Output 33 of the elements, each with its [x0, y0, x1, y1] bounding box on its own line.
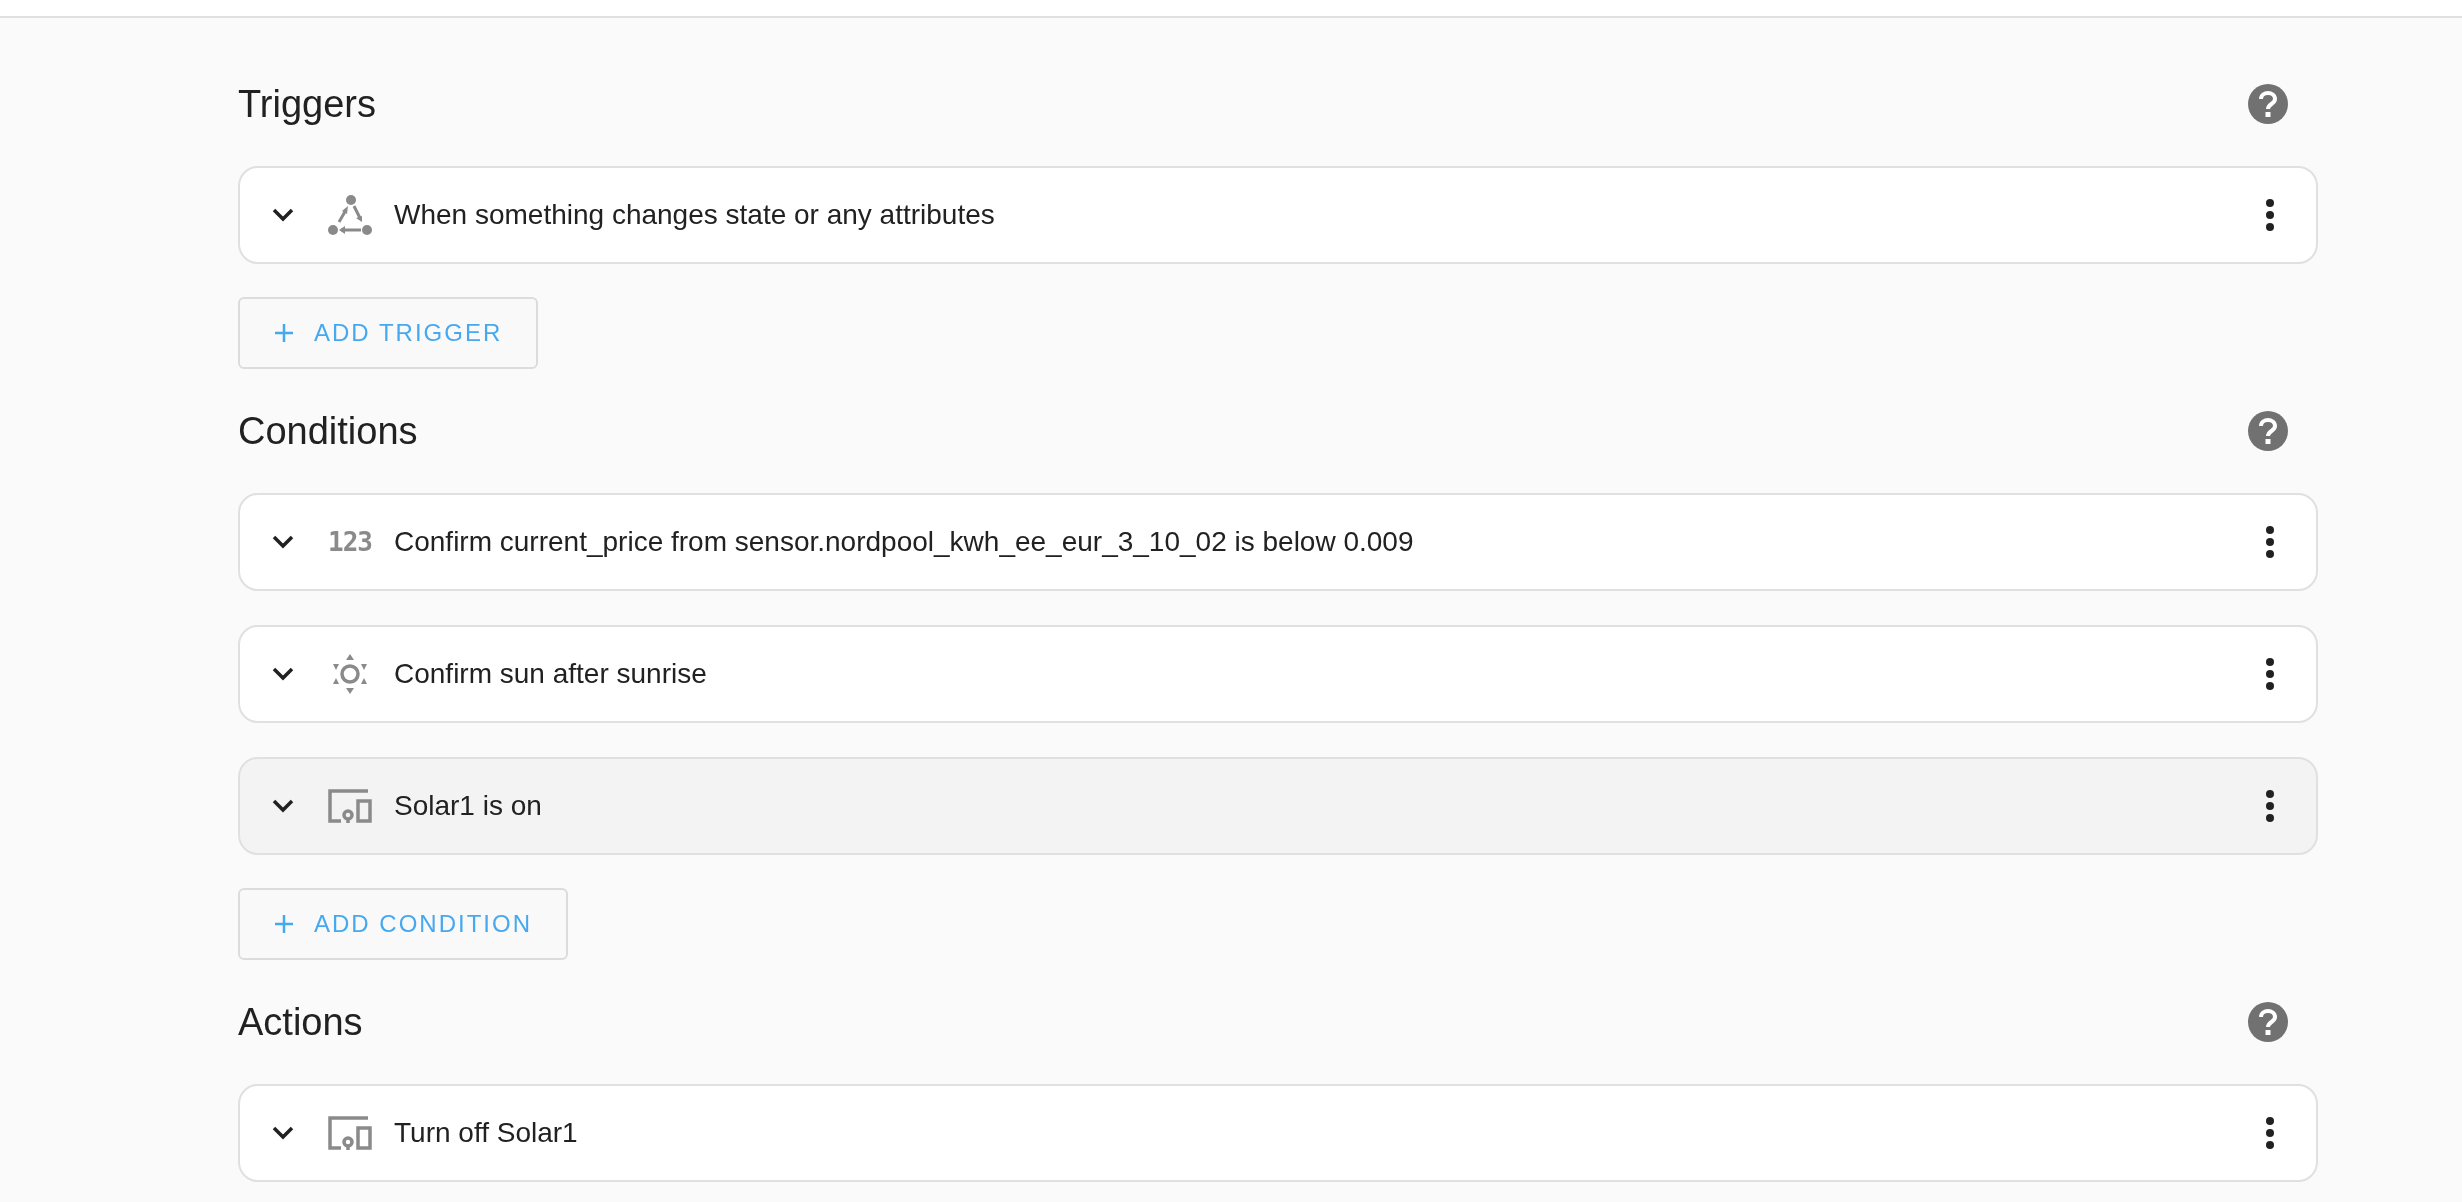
row-label: When something changes state or any attributes — [394, 198, 995, 232]
section-heading: Actions — [238, 999, 363, 1045]
more-menu-icon[interactable] — [2266, 790, 2274, 822]
section-heading: Conditions — [238, 408, 418, 454]
help-icon[interactable] — [2248, 1002, 2288, 1042]
plus-icon — [274, 323, 294, 343]
more-menu-icon[interactable] — [2266, 526, 2274, 558]
chevron-down-icon[interactable] — [272, 667, 294, 681]
devices-icon — [327, 789, 373, 823]
more-menu-icon[interactable] — [2266, 658, 2274, 690]
chevron-down-icon[interactable] — [272, 208, 294, 222]
chevron-down-icon[interactable] — [272, 535, 294, 549]
help-icon[interactable] — [2248, 411, 2288, 451]
numeric-icon: 123 — [328, 522, 372, 562]
list-row[interactable]: Solar1 is on — [238, 757, 2318, 855]
row-label: Turn off Solar1 — [394, 1116, 578, 1150]
help-icon[interactable] — [2248, 84, 2288, 124]
plus-icon — [274, 914, 294, 934]
row-label: Confirm sun after sunrise — [394, 657, 707, 691]
section-heading: Triggers — [238, 81, 376, 127]
nodes-arrows-icon — [327, 194, 373, 236]
chevron-down-icon[interactable] — [272, 799, 294, 813]
row-label: Confirm current_price from sensor.nordpool_kwh_ee_eur_3_10_02 is below 0.009 — [394, 525, 1414, 559]
list-row[interactable]: Turn off Solar1 — [238, 1084, 2318, 1182]
list-row[interactable]: 123 Confirm current_price from sensor.nordpool_kwh_ee_eur_3_10_02 is below 0.009 — [238, 493, 2318, 591]
chevron-down-icon[interactable] — [272, 1126, 294, 1140]
row-label: Solar1 is on — [394, 789, 542, 823]
devices-icon — [327, 1116, 373, 1150]
more-menu-icon[interactable] — [2266, 1117, 2274, 1149]
sun-icon — [331, 654, 369, 694]
more-menu-icon[interactable] — [2266, 199, 2274, 231]
list-row[interactable]: Confirm sun after sunrise — [238, 625, 2318, 723]
list-row[interactable]: When something changes state or any attributes — [238, 166, 2318, 264]
